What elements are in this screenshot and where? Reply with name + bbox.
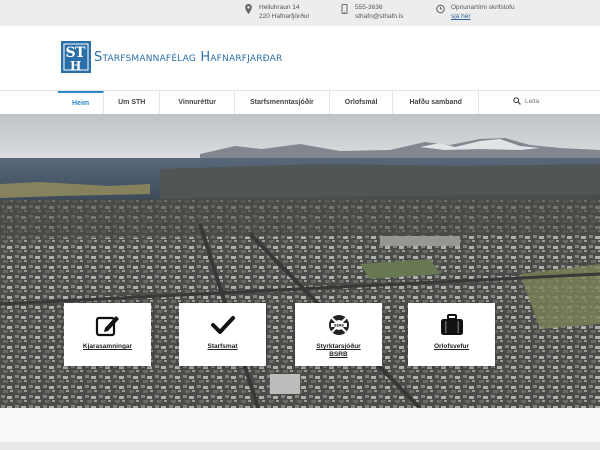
nav-item-orlofsmal[interactable]: Orlofsmál	[330, 91, 394, 114]
address-line-1: Helluhraun 14	[259, 4, 300, 11]
tile-styrktarsjodur-bsrb[interactable]: BSRB Styrktarsjóður BSRB	[295, 303, 382, 366]
search-input[interactable]	[525, 97, 595, 105]
location-pin-icon	[245, 4, 252, 14]
site-logo[interactable]: S T H Starfsmannafélag Hafnarfjarðar	[60, 40, 283, 74]
edit-icon	[95, 316, 119, 337]
nav-item-heim[interactable]: Heim	[58, 91, 105, 114]
lifebuoy-icon: BSRB	[328, 315, 349, 335]
nav-item-starfsmenntasjodir[interactable]: Starfsmenntasjóðir	[235, 91, 330, 114]
address-info: Helluhraun 14 220 Hafnarfjörður	[244, 3, 310, 21]
footer-bar	[0, 442, 600, 450]
search-icon[interactable]	[513, 97, 521, 105]
svg-text:H: H	[70, 59, 81, 73]
svg-text:BSRB: BSRB	[334, 323, 344, 327]
page-footer-area	[0, 408, 600, 450]
sth-logo-mark: S T H	[61, 41, 91, 73]
tile-label[interactable]: Styrktarsjóður BSRB	[309, 343, 369, 359]
tile-label[interactable]: Orlofsvefur	[434, 343, 469, 351]
address-line-2: 220 Hafnarfjörður	[259, 13, 310, 20]
top-info-bar: Helluhraun 14 220 Hafnarfjörður 555-3636…	[0, 0, 600, 26]
suitcase-icon	[440, 314, 463, 335]
nav-item-vinnurettur[interactable]: Vinnuréttur	[160, 91, 235, 114]
tile-kjarasamningar[interactable]: Kjarasamningar	[64, 303, 151, 366]
nav-item-hafdu-samband[interactable]: Hafðu samband	[393, 91, 479, 114]
opening-hours-label: Opnunartími skrifstofu	[451, 4, 515, 11]
tile-starfsmat[interactable]: Starfsmat	[179, 303, 266, 366]
nav-item-um-sth[interactable]: Um STH	[104, 91, 161, 114]
opening-hours-link[interactable]: sjá hér	[451, 13, 471, 20]
email-address[interactable]: sthafn@sthafn.is	[355, 12, 404, 21]
tile-label[interactable]: Kjarasamningar	[83, 343, 132, 351]
phone-icon	[341, 4, 348, 14]
checkmark-icon	[210, 316, 235, 334]
main-navigation: Heim Um STH Vinnuréttur Starfsmenntasjóð…	[0, 90, 600, 114]
tile-orlofsvefur[interactable]: Orlofsvefur	[408, 303, 495, 366]
tile-label[interactable]: Starfsmat	[208, 343, 238, 351]
nav-search	[513, 97, 595, 105]
contact-info: 555-3636 sthafn@sthafn.is	[340, 3, 404, 21]
phone-number[interactable]: 555-3636	[355, 3, 404, 12]
clock-icon	[436, 4, 445, 14]
opening-hours-info: Opnunartími skrifstofu sjá hér	[436, 3, 515, 21]
site-header: S T H Starfsmannafélag Hafnarfjarðar	[0, 26, 600, 90]
hero-banner: Kjarasamningar Starfsmat BSRB Styrktarsj…	[0, 114, 600, 408]
logo-text: Starfsmannafélag Hafnarfjarðar	[94, 49, 283, 65]
